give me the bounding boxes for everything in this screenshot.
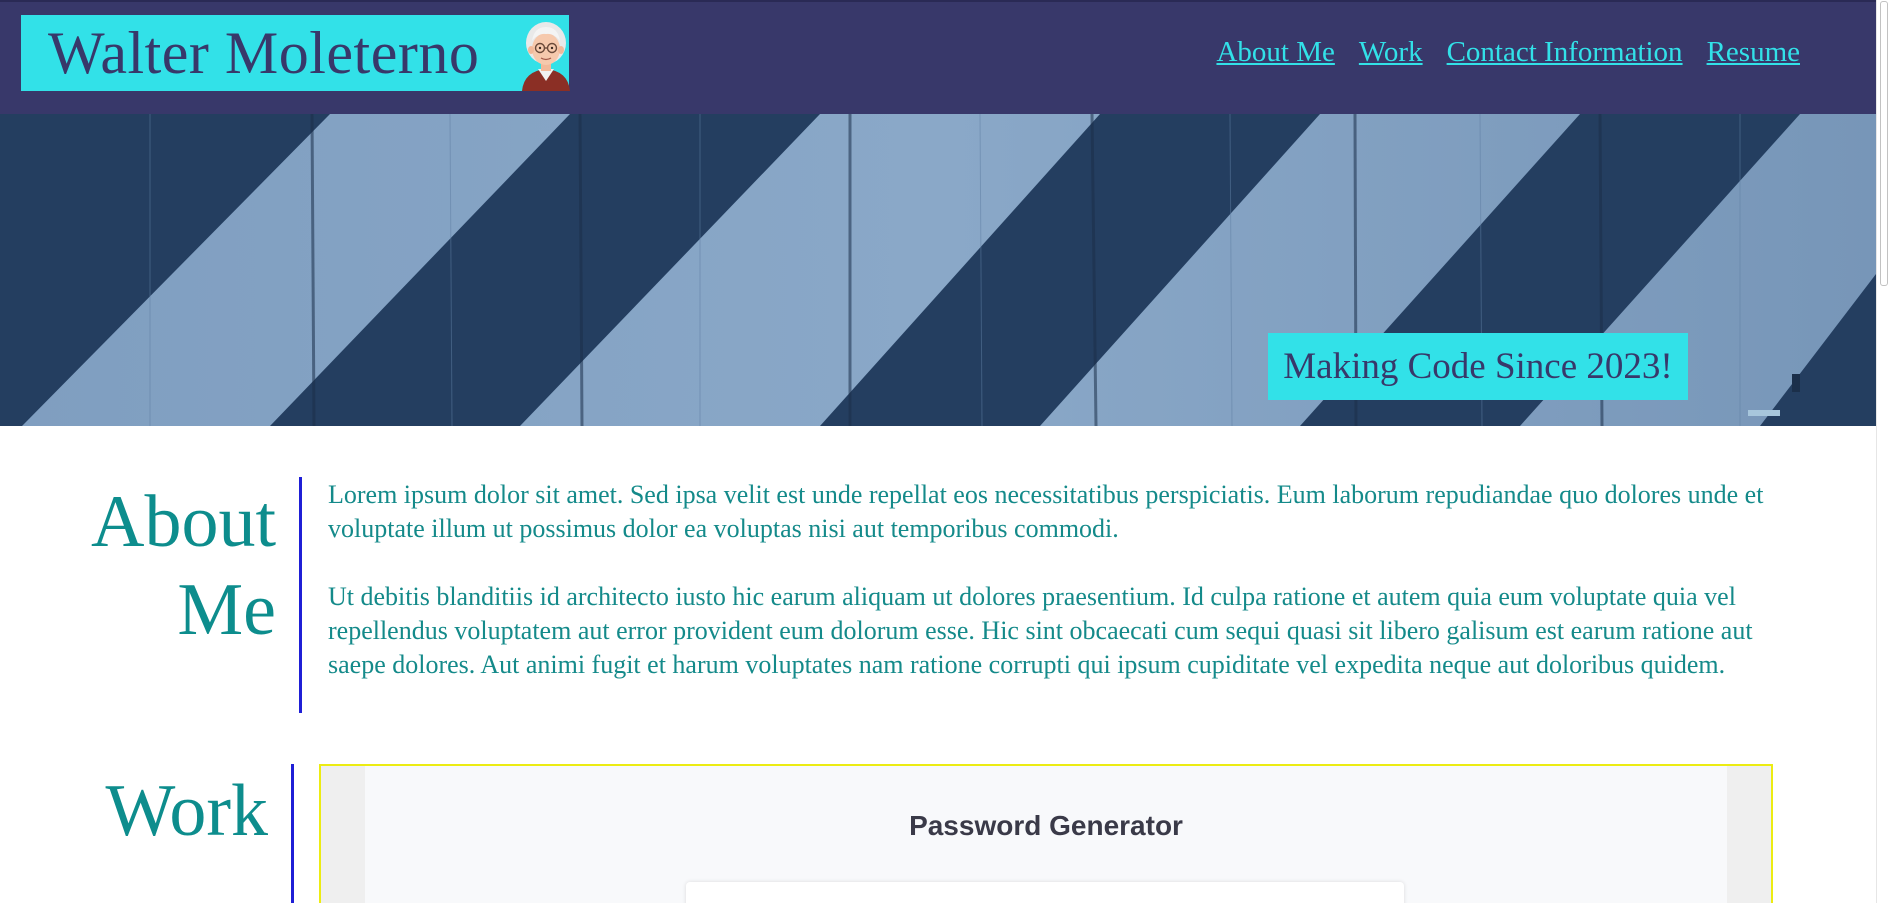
about-divider [299,477,302,713]
page: Walter Moleterno About Me Work Contact I… [0,0,1891,903]
site-header: Walter Moleterno About Me Work Contact I… [0,0,1876,114]
work-project-frame[interactable]: Password Generator [319,764,1773,903]
nav-link-resume[interactable]: Resume [1707,36,1800,69]
project-card [686,882,1404,903]
about-me-heading: About Me [40,478,276,654]
about-paragraph: Lorem ipsum dolor sit amet. Sed ipsa vel… [328,480,1764,543]
work-heading: Work [105,770,268,852]
about-heading-line2: Me [177,569,276,651]
work-project-content: Password Generator [365,766,1727,903]
brand-banner: Walter Moleterno [21,15,570,91]
page-scrollbar[interactable] [1876,0,1891,903]
hero-tagline: Making Code Since 2023! [1268,333,1688,400]
hero-banner: Making Code Since 2023! [0,114,1876,426]
about-paragraph: Ut debitis blanditiis id architecto iust… [328,582,1753,679]
scrollbar-thumb[interactable] [1880,1,1888,286]
nav-link-contact-information[interactable]: Contact Information [1447,36,1683,69]
project-title: Password Generator [909,810,1183,841]
avatar-icon [522,22,570,91]
main-nav: About Me Work Contact Information Resume [1216,36,1800,69]
work-divider [291,764,294,903]
about-text: Lorem ipsum dolor sit amet. Sed ipsa vel… [328,478,1768,716]
brand-name: Walter Moleterno [48,20,480,86]
nav-link-about-me[interactable]: About Me [1216,36,1334,69]
about-heading-line1: About [91,481,276,563]
nav-link-work[interactable]: Work [1359,36,1423,69]
